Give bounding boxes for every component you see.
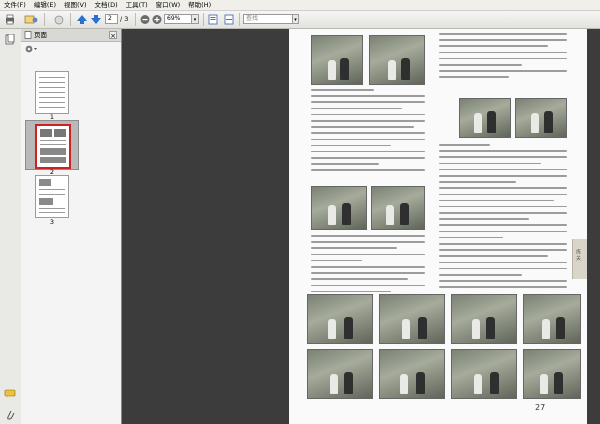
search-dropdown-arrow[interactable]: ▾ xyxy=(292,14,299,24)
comments-panel-button[interactable] xyxy=(4,389,16,399)
options-gear-icon xyxy=(25,45,37,53)
document-page: 练 关 27 xyxy=(289,29,587,424)
page-text-block xyxy=(439,144,567,304)
document-view[interactable]: 练 关 27 xyxy=(122,29,600,424)
page-photo xyxy=(369,35,425,85)
email-button[interactable] xyxy=(24,14,38,25)
page-edge-tab-text: 练 关 xyxy=(575,249,581,261)
page-thumbnail-1[interactable] xyxy=(35,71,69,114)
pages-panel-button[interactable] xyxy=(5,33,15,45)
fit-width-button[interactable] xyxy=(223,14,235,25)
zoom-in-button[interactable] xyxy=(151,14,163,25)
page-photo xyxy=(307,349,373,399)
hand-icon xyxy=(54,15,64,25)
menu-file[interactable]: 文件(F) xyxy=(0,0,30,10)
page-photo xyxy=(311,186,367,230)
page-text-block xyxy=(439,33,567,87)
panel-options xyxy=(21,42,121,56)
page-thumbnail-3[interactable] xyxy=(35,175,69,218)
envelope-gear-icon xyxy=(24,15,38,24)
page-number: 27 xyxy=(535,403,546,412)
fit-page-icon xyxy=(208,14,218,25)
attachments-panel-button[interactable] xyxy=(5,409,15,421)
zoom-in-icon xyxy=(152,15,162,24)
menu-help[interactable]: 帮助(H) xyxy=(184,0,215,10)
page-photo xyxy=(515,98,567,138)
pages-panel-header: 页面 × xyxy=(21,29,121,42)
page-photo xyxy=(307,294,373,344)
arrow-up-icon xyxy=(77,15,87,24)
close-panel-button[interactable]: × xyxy=(109,31,117,40)
hand-tool-button[interactable] xyxy=(52,14,64,25)
page-photo xyxy=(371,186,425,230)
arrow-down-icon xyxy=(91,15,101,24)
print-button[interactable] xyxy=(4,14,16,25)
options-button[interactable] xyxy=(24,44,38,54)
page-thumbnail-2[interactable] xyxy=(35,124,71,169)
fit-page-button[interactable] xyxy=(207,14,219,25)
page-text-block xyxy=(311,235,425,303)
zoom-out-icon xyxy=(140,15,150,24)
page-photo xyxy=(451,294,517,344)
previous-page-button[interactable] xyxy=(76,14,88,25)
page-photo xyxy=(379,349,445,399)
page-thumb-icon xyxy=(24,31,32,39)
menu-document[interactable]: 文档(D) xyxy=(91,0,122,10)
menu-edit[interactable]: 编辑(E) xyxy=(30,0,60,10)
page-text-block xyxy=(311,89,425,185)
search-input[interactable]: 查找 xyxy=(243,14,293,24)
menu-tools[interactable]: 工具(T) xyxy=(122,0,152,10)
menu-view[interactable]: 视图(V) xyxy=(60,0,91,10)
zoom-dropdown-arrow[interactable]: ▾ xyxy=(191,14,199,24)
page-number-input[interactable]: 2 xyxy=(105,14,118,24)
menu-window[interactable]: 窗口(W) xyxy=(152,0,185,10)
page-edge-tab: 练 关 xyxy=(572,239,587,279)
page-photo xyxy=(311,35,363,85)
toolbar: 2 / 3 69% ▾ 查找 ▾ xyxy=(0,11,600,29)
page-photo xyxy=(379,294,445,344)
printer-icon xyxy=(6,14,14,25)
pages-panel-title: 页面 xyxy=(34,31,47,39)
pages-icon xyxy=(5,33,15,45)
page-photo xyxy=(523,349,581,399)
next-page-button[interactable] xyxy=(90,14,102,25)
fit-width-icon xyxy=(224,14,234,25)
page-photo xyxy=(451,349,517,399)
page-photo xyxy=(459,98,511,138)
page-photo xyxy=(523,294,581,344)
page-thumbnail-label-3: 3 xyxy=(49,218,55,226)
menu-bar: 文件(F) 编辑(E) 视图(V) 文档(D) 工具(T) 窗口(W) 帮助(H… xyxy=(0,0,600,11)
zoom-out-button[interactable] xyxy=(139,14,151,25)
paperclip-icon xyxy=(7,410,15,420)
navigation-sidebar xyxy=(0,29,22,424)
comment-icon xyxy=(4,389,16,398)
page-total: / 3 xyxy=(120,15,129,23)
zoom-level-select[interactable]: 69% xyxy=(164,14,192,24)
pages-panel: 页面 × 1 2 3 xyxy=(21,29,122,424)
